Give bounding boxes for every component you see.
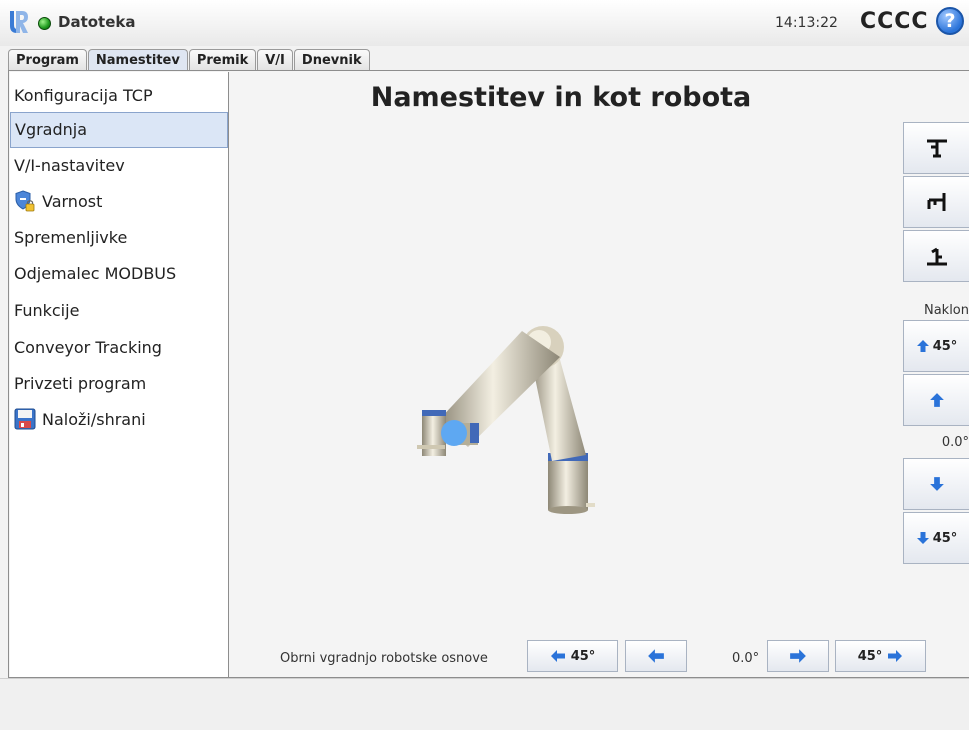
- arrow-right-icon: [888, 650, 903, 662]
- rotate-base-label: Obrni vgradnjo robotske osnove: [280, 651, 488, 666]
- tilt-down-button[interactable]: [903, 458, 969, 510]
- arrow-up-icon: [916, 340, 929, 352]
- mount-floor-icon: [926, 247, 947, 266]
- arrow-right-icon: [790, 649, 806, 663]
- tilt-up-45-label: 45°: [932, 338, 958, 354]
- status-indicator-icon: [38, 17, 51, 30]
- sidebar-item-label: Privzeti program: [14, 374, 147, 393]
- sidebar-item-load-save[interactable]: Naloži/shrani: [10, 402, 228, 438]
- sidebar-item-conveyor-tracking[interactable]: Conveyor Tracking: [10, 330, 228, 366]
- robot-base: [548, 453, 595, 514]
- arrow-left-icon: [648, 649, 664, 663]
- sidebar-item-io-setup[interactable]: V/I-nastavitev: [10, 148, 228, 184]
- ur-logo-icon: [10, 11, 28, 33]
- page-title: Namestitev in kot robota: [370, 82, 752, 113]
- sidebar-item-label: Conveyor Tracking: [14, 338, 162, 357]
- sidebar-item-label: Odjemalec MODBUS: [14, 264, 177, 283]
- tilt-up-button[interactable]: [903, 374, 969, 426]
- arrow-up-icon: [929, 393, 944, 407]
- sidebar: Konfiguracija TCP Vgradnja V/I-nastavite…: [10, 72, 229, 677]
- tab-installation[interactable]: Namestitev: [87, 49, 188, 71]
- rotate-right-45-button[interactable]: 45°: [835, 640, 926, 672]
- sidebar-item-safety[interactable]: Varnost: [10, 184, 228, 220]
- sidebar-item-label: Varnost: [42, 192, 103, 211]
- tilt-value: 0.0°: [941, 435, 969, 450]
- help-icon[interactable]: ?: [936, 7, 964, 35]
- sidebar-item-features[interactable]: Funkcije: [10, 293, 228, 329]
- mount-ceiling-button[interactable]: [903, 122, 969, 174]
- mount-wall-button[interactable]: [903, 176, 969, 228]
- arrow-down-icon: [916, 532, 929, 544]
- sidebar-item-mounting[interactable]: Vgradnja: [10, 112, 228, 148]
- robot-3d-view[interactable]: [400, 315, 610, 520]
- sidebar-item-label: Konfiguracija TCP: [14, 86, 153, 105]
- robot-name: CCCC: [860, 9, 929, 34]
- sidebar-item-label: Vgradnja: [15, 120, 88, 139]
- floppy-disk-icon: [14, 408, 36, 429]
- shield-lock-icon: [15, 189, 35, 211]
- sidebar-item-label: V/I-nastavitev: [14, 156, 125, 175]
- arrow-down-icon: [929, 477, 944, 491]
- main-tabs: Program Namestitev Premik V/I Dnevnik: [8, 49, 371, 71]
- mount-ceiling-icon: [926, 139, 947, 158]
- tilt-up-45-button[interactable]: 45°: [903, 320, 969, 372]
- sidebar-item-modbus-client[interactable]: Odjemalec MODBUS: [10, 256, 228, 292]
- rotation-value: 0.0°: [732, 651, 760, 666]
- sidebar-item-tcp-configuration[interactable]: Konfiguracija TCP: [10, 78, 228, 114]
- tilt-label: Naklon: [923, 303, 969, 318]
- top-bar: Datoteka 14:13:22 CCCC ?: [0, 0, 969, 46]
- clock: 14:13:22: [775, 15, 838, 31]
- sidebar-item-variables[interactable]: Spremenljivke: [10, 220, 228, 256]
- footer-bar: [0, 678, 969, 730]
- sidebar-item-label: Funkcije: [14, 301, 80, 320]
- arrow-left-icon: [550, 650, 565, 662]
- tab-program[interactable]: Program: [8, 49, 87, 70]
- tab-move[interactable]: Premik: [188, 49, 257, 70]
- sidebar-item-label: Spremenljivke: [14, 228, 128, 247]
- mount-floor-button[interactable]: [903, 230, 969, 282]
- tab-log[interactable]: Dnevnik: [293, 49, 370, 70]
- tilt-down-45-button[interactable]: 45°: [903, 512, 969, 564]
- rotate-left-45-button[interactable]: 45°: [527, 640, 618, 672]
- rotate-left-button[interactable]: [625, 640, 687, 672]
- sidebar-item-default-program[interactable]: Privzeti program: [10, 366, 228, 402]
- tilt-down-45-label: 45°: [932, 530, 958, 546]
- tab-io[interactable]: V/I: [257, 49, 293, 70]
- rotate-right-45-label: 45°: [857, 648, 883, 664]
- rotate-left-45-label: 45°: [570, 648, 596, 664]
- sidebar-item-label: Naloži/shrani: [42, 410, 146, 429]
- rotate-right-button[interactable]: [767, 640, 829, 672]
- file-menu-title[interactable]: Datoteka: [58, 13, 136, 31]
- mount-wall-icon: [927, 193, 945, 211]
